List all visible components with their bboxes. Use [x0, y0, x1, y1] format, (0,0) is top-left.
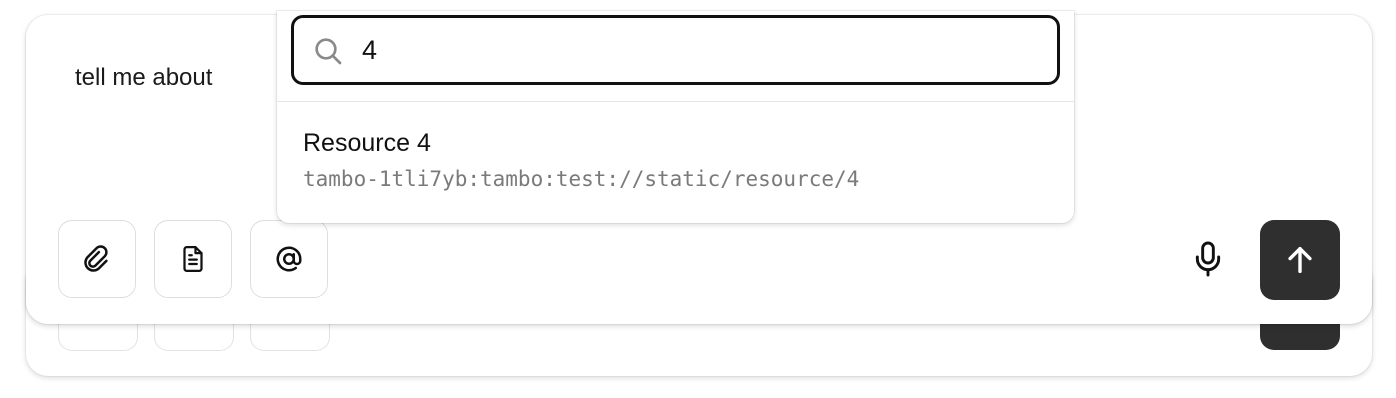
send-message-button[interactable]	[1260, 220, 1340, 300]
message-composer: tell me about 4 Resource 4 tambo-1tli7yb…	[26, 11, 1372, 324]
resource-title: Resource 4	[303, 129, 431, 157]
resource-uri: tambo-1tli7yb:tambo:test://static/resour…	[303, 167, 860, 191]
resource-search-input[interactable]	[362, 28, 1042, 72]
mention-button[interactable]	[250, 220, 328, 298]
arrow-up-icon	[1288, 246, 1312, 274]
microphone-icon	[1195, 241, 1221, 277]
resource-search-box[interactable]	[291, 15, 1060, 85]
document-icon	[183, 246, 203, 272]
background-attach-button	[58, 322, 138, 351]
resource-result-item[interactable]: Resource 4 tambo-1tli7yb:tambo:test://st…	[277, 102, 1074, 220]
add-resource-button[interactable]	[154, 220, 232, 298]
background-mention-button	[250, 322, 330, 351]
resource-picker-popover: Resource 4 tambo-1tli7yb:tambo:test://st…	[277, 11, 1074, 223]
search-icon	[315, 38, 342, 65]
chat-stage: tell me about 4 Resource 4 tambo-1tli7yb…	[0, 0, 1396, 398]
attach-file-button[interactable]	[58, 220, 136, 298]
background-send-button	[1260, 322, 1340, 350]
message-input-text[interactable]: tell me about	[75, 64, 212, 92]
voice-input-button[interactable]	[1186, 237, 1230, 281]
at-sign-icon	[276, 246, 302, 272]
paperclip-icon	[84, 245, 108, 272]
background-resource-button	[154, 322, 234, 351]
